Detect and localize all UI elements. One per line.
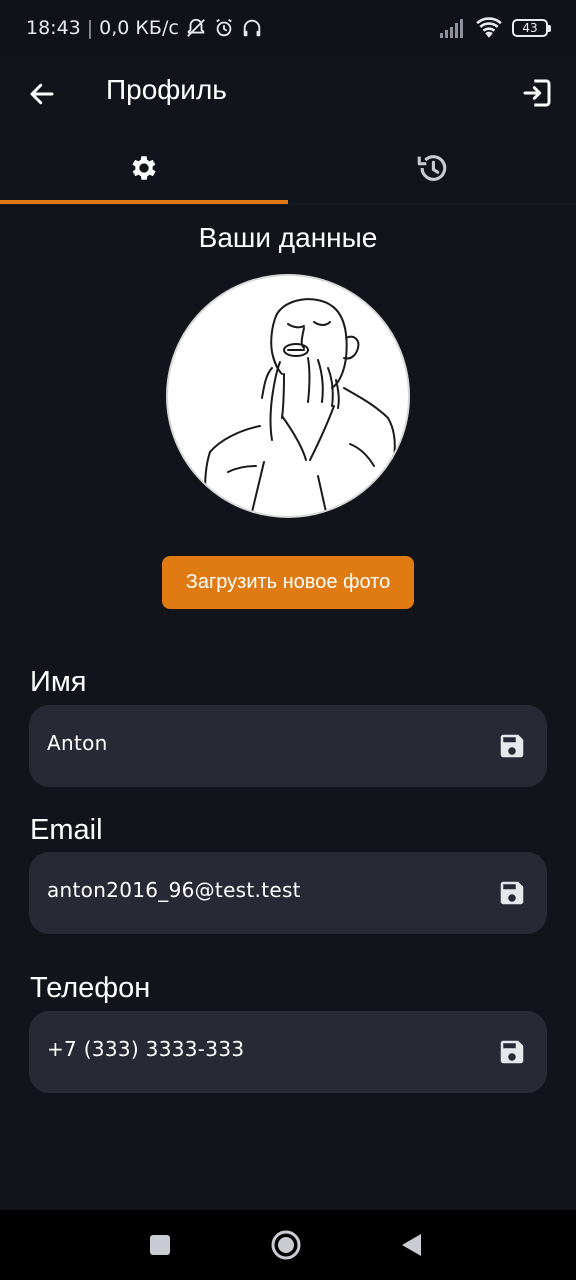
status-icons xyxy=(185,17,263,39)
tab-settings[interactable] xyxy=(0,132,288,204)
battery-indicator: 43 xyxy=(512,19,551,37)
save-icon[interactable] xyxy=(497,878,527,908)
logout-icon xyxy=(523,79,551,107)
phone-label: Телефон xyxy=(30,972,151,1004)
page-title: Профиль xyxy=(106,74,227,105)
status-right: 43 xyxy=(440,17,551,39)
back-button[interactable] xyxy=(22,74,62,114)
avatar-image xyxy=(204,298,396,513)
back-nav-button[interactable] xyxy=(394,1228,428,1262)
email-value[interactable]: anton2016_96@test.test xyxy=(47,878,301,902)
email-label: Email xyxy=(30,814,103,846)
name-field[interactable]: Anton xyxy=(29,705,547,787)
avatar[interactable] xyxy=(166,274,410,518)
save-icon[interactable] xyxy=(497,1037,527,1067)
tabs-divider xyxy=(0,204,576,205)
name-label: Имя xyxy=(30,666,87,698)
gear-icon xyxy=(132,156,156,180)
logout-button[interactable] xyxy=(516,72,558,114)
upload-photo-button[interactable]: Загрузить новое фото xyxy=(162,556,414,609)
arrow-left-icon xyxy=(30,83,54,105)
mute-icon xyxy=(186,18,205,37)
headphones-icon xyxy=(243,19,261,37)
tab-bar xyxy=(0,132,576,204)
signal-icon xyxy=(440,19,463,38)
phone-field[interactable]: +7 (333) 3333-333 xyxy=(29,1011,547,1093)
history-icon xyxy=(417,155,447,181)
email-field[interactable]: anton2016_96@test.test xyxy=(29,852,547,934)
square-icon xyxy=(150,1235,170,1255)
tab-history[interactable] xyxy=(288,132,576,204)
status-left: 18:43 | 0,0 КБ/с xyxy=(26,17,263,39)
app-bar: Профиль xyxy=(0,56,576,132)
status-separator: | xyxy=(86,17,94,39)
status-time: 18:43 xyxy=(26,17,81,39)
recents-button[interactable] xyxy=(143,1228,177,1262)
alarm-icon xyxy=(215,18,232,37)
status-net-speed: 0,0 КБ/с xyxy=(99,17,179,39)
name-value[interactable]: Anton xyxy=(47,731,108,755)
save-icon[interactable] xyxy=(497,731,527,761)
section-title: Ваши данные xyxy=(198,222,378,253)
home-button[interactable] xyxy=(269,1228,303,1262)
phone-value[interactable]: +7 (333) 3333-333 xyxy=(47,1037,244,1061)
circle-icon xyxy=(271,1230,301,1260)
system-nav-bar xyxy=(0,1210,576,1280)
wifi-icon xyxy=(476,17,502,38)
status-bar: 18:43 | 0,0 КБ/с 43 xyxy=(0,0,576,56)
triangle-back-icon xyxy=(402,1234,421,1256)
